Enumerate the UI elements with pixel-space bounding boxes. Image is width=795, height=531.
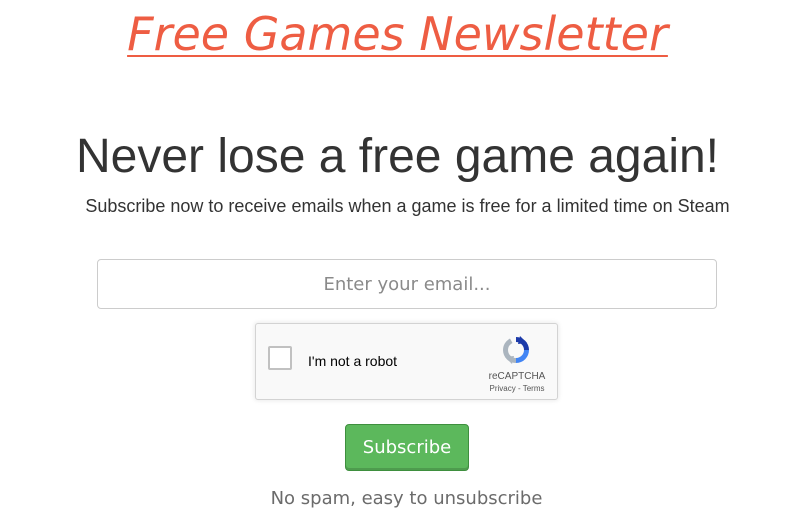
recaptcha-privacy-link[interactable]: Privacy xyxy=(490,384,516,393)
no-spam-note: No spam, easy to unsubscribe xyxy=(270,488,543,509)
email-input[interactable] xyxy=(97,259,717,309)
recaptcha-checkbox[interactable] xyxy=(268,346,292,370)
recaptcha-logo-icon xyxy=(503,336,529,364)
page-subtitle: Subscribe now to receive emails when a g… xyxy=(85,196,730,216)
recaptcha-label: I'm not a robot xyxy=(308,353,398,369)
site-title-link[interactable]: Free Games Newsletter xyxy=(0,6,795,62)
page-headline: Never lose a free game again! xyxy=(75,130,720,183)
recaptcha-links: Privacy - Terms xyxy=(478,384,556,394)
recaptcha-terms-link[interactable]: Terms xyxy=(523,384,545,393)
newsletter-page: Free Games Newsletter Never lose a free … xyxy=(0,0,795,531)
recaptcha-links-separator: - xyxy=(515,384,523,393)
subscribe-button[interactable]: Subscribe xyxy=(345,424,469,471)
recaptcha-brand: reCAPTCHA xyxy=(488,371,546,382)
recaptcha-widget: I'm not a robot reCAPTCHA Privacy - Term… xyxy=(255,323,558,400)
